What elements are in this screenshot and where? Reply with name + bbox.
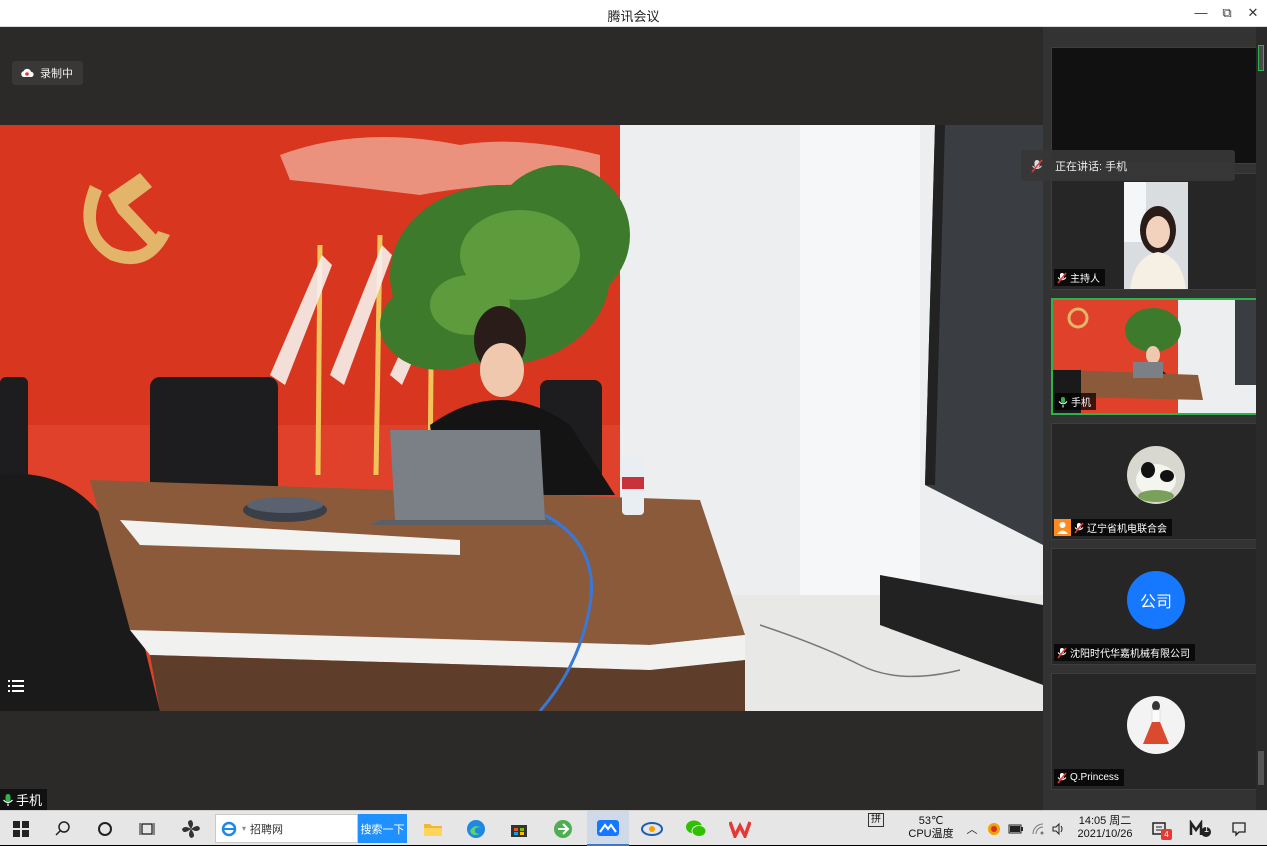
- participant-name: 主持人: [1054, 269, 1105, 286]
- participant-name: 辽宁省机电联合会: [1054, 519, 1172, 536]
- mic-on-icon: [1058, 396, 1068, 407]
- avatar: [1127, 446, 1185, 504]
- cloud-record-icon: [21, 68, 34, 77]
- search-submit-button[interactable]: 搜索一下: [358, 814, 407, 843]
- window-title: 腾讯会议: [607, 9, 660, 24]
- action-center-icon: [1232, 821, 1246, 837]
- m-app-badge: 1: [1204, 824, 1210, 834]
- self-name-label: 手机: [0, 789, 48, 810]
- chevron-up-icon: ︿: [966, 823, 978, 836]
- wechat-button[interactable]: [675, 811, 717, 846]
- participant-tile[interactable]: [1051, 47, 1259, 164]
- speaking-indicator: 正在讲话: 手机: [1021, 150, 1235, 181]
- conference-room-video: [0, 125, 1043, 711]
- green-app-button[interactable]: [543, 811, 583, 846]
- participant-tile[interactable]: 主持人: [1051, 173, 1259, 290]
- minimize-button[interactable]: —: [1188, 3, 1214, 23]
- host-video: [1124, 182, 1188, 289]
- participant-sidebar: 主持人 手机 辽宁省机电联合会 公司 沈阳时代华嘉机械有限公司 Q.Prince…: [1043, 27, 1267, 810]
- avatar: [1127, 696, 1185, 754]
- mic-muted-icon: [1031, 159, 1043, 172]
- mic-on-icon: [3, 793, 13, 806]
- edge-button[interactable]: [456, 811, 496, 846]
- participant-tile[interactable]: 辽宁省机电联合会: [1051, 423, 1259, 540]
- wps-icon: [729, 820, 751, 838]
- windows-icon: [13, 820, 29, 837]
- ie-icon: [221, 821, 237, 836]
- cpu-temperature[interactable]: 53℃ CPU温度: [905, 815, 957, 841]
- start-button[interactable]: [0, 811, 42, 846]
- browser-search-input[interactable]: ▾ 招聘网: [215, 814, 358, 843]
- battery-button[interactable]: [1006, 811, 1026, 846]
- eye-icon: [641, 821, 663, 836]
- tray-expand-button[interactable]: ︿: [963, 811, 981, 846]
- edge-icon: [467, 819, 485, 838]
- store-icon: [511, 824, 527, 837]
- restore-button[interactable]: ⧉: [1214, 3, 1240, 23]
- participant-tile[interactable]: Q.Princess: [1051, 673, 1259, 790]
- refresh-app-icon: [554, 819, 572, 838]
- scroll-thumb[interactable]: [1258, 45, 1264, 71]
- speaking-text: 正在讲话: 手机: [1055, 160, 1128, 173]
- tray-app-button[interactable]: [984, 811, 1004, 846]
- action-center-button[interactable]: [1224, 811, 1254, 846]
- circle-icon: [98, 821, 112, 836]
- fan-app-button[interactable]: [170, 811, 212, 846]
- folder-icon: [424, 823, 442, 836]
- close-button[interactable]: ✕: [1240, 3, 1266, 23]
- network-button[interactable]: [1028, 811, 1048, 846]
- participant-name: 沈阳时代华嘉机械有限公司: [1054, 644, 1195, 661]
- ime-indicator[interactable]: 拼: [868, 813, 884, 827]
- tencent-meeting-icon: [597, 819, 619, 836]
- wifi-icon: [1032, 823, 1044, 834]
- m-app-button[interactable]: 1: [1182, 811, 1218, 846]
- meeting-window: 腾讯会议 — ⧉ ✕ 录制中 手机 主持人 手机 辽宁省机电联合会 公司 沈阳时…: [0, 0, 1267, 810]
- battery-icon: [1008, 824, 1023, 833]
- participant-name: Q.Princess: [1054, 769, 1124, 786]
- task-view-button[interactable]: [126, 811, 168, 846]
- recording-badge[interactable]: 录制中: [12, 61, 83, 85]
- self-name-text: 手机: [16, 793, 43, 808]
- wechat-icon: [686, 820, 707, 837]
- clock[interactable]: 14:05 周二 2021/10/26: [1072, 815, 1138, 841]
- eye-app-button[interactable]: [632, 811, 672, 846]
- pinwheel-icon: [182, 819, 200, 838]
- scroll-thumb-bottom[interactable]: [1258, 751, 1264, 785]
- main-video-stage: 录制中 手机: [0, 27, 1043, 810]
- search-text: 招聘网: [250, 823, 284, 836]
- store-button[interactable]: [499, 811, 539, 846]
- cortana-button[interactable]: [84, 811, 126, 846]
- notification-badge: 4: [1161, 829, 1172, 840]
- task-view-icon: [139, 822, 155, 835]
- avatar: 公司: [1127, 571, 1185, 629]
- mic-muted-icon: [1057, 272, 1067, 283]
- volume-button[interactable]: [1048, 811, 1068, 846]
- main-video: [0, 125, 1043, 711]
- mic-muted-icon: [1057, 647, 1067, 658]
- title-bar: 腾讯会议 — ⧉ ✕: [0, 0, 1267, 27]
- sidebar-scrollbar[interactable]: [1256, 27, 1267, 810]
- speaker-icon: [1052, 822, 1063, 835]
- tencent-meeting-button[interactable]: [587, 811, 629, 846]
- notification-button[interactable]: 4: [1144, 811, 1176, 846]
- search-icon: [55, 820, 70, 836]
- wps-button[interactable]: [719, 811, 761, 846]
- user-icon: [1054, 519, 1071, 536]
- file-explorer-button[interactable]: [413, 811, 453, 846]
- participant-name: 手机: [1055, 393, 1096, 410]
- mic-muted-icon: [1074, 522, 1084, 533]
- participant-list-icon[interactable]: [6, 677, 26, 695]
- shield-app-icon: [988, 822, 1000, 835]
- taskbar: ▾ 招聘网 搜索一下 拼 53℃ CPU温度 ︿ 14:05 周二 2021/1…: [0, 810, 1267, 846]
- recording-label: 录制中: [40, 68, 73, 80]
- participant-tile-active[interactable]: 手机: [1051, 298, 1259, 415]
- mic-muted-icon: [1057, 772, 1067, 783]
- participant-tile[interactable]: 公司 沈阳时代华嘉机械有限公司: [1051, 548, 1259, 665]
- search-button[interactable]: [42, 811, 84, 846]
